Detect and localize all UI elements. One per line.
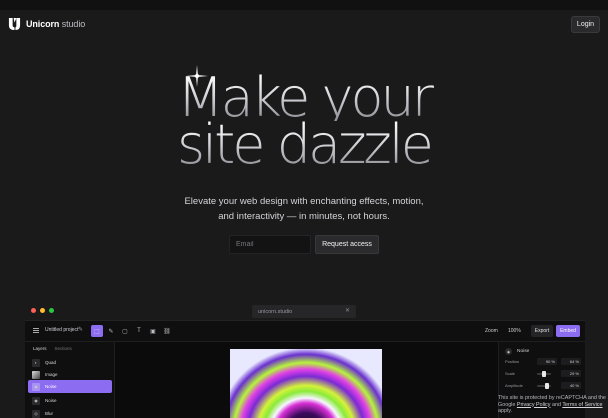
select-tool-icon[interactable]: ⬚ [91,325,103,337]
export-button[interactable]: Export [531,325,553,337]
text-tool-icon[interactable]: T [133,325,145,337]
login-button[interactable]: Login [571,16,600,33]
hero-heading: Make your site dazzle [0,71,608,172]
canvas-artwork[interactable] [230,349,382,418]
brand-name: Unicorn studio [26,19,86,29]
tab-layers[interactable]: Layers [33,346,47,351]
scale-input[interactable]: 29 % [561,370,581,377]
prop-amplitude[interactable]: Amplitude 40 % [505,382,583,390]
unicorn-logo-icon [8,17,21,31]
close-window-dot[interactable] [31,308,36,313]
zoom-value[interactable]: 100% [508,328,521,334]
shape-tool-icon[interactable]: ▢ [119,325,131,337]
privacy-policy-link[interactable]: Privacy Policy [517,402,551,408]
recaptcha-notice: This site is protected by reCAPTCHA and … [498,395,606,414]
layers-panel: Layers Sections ◐ Quad Image ◉ Noise ◉ N… [25,342,115,418]
noise-icon: ◉ [505,348,512,355]
hero-subtitle: Elevate your web design with enchanting … [184,196,424,222]
brand-logo[interactable]: Unicorn studio [8,17,85,31]
link-tool-icon[interactable]: ⛓ [161,325,173,337]
close-icon[interactable]: ✕ [345,307,350,314]
prop-position[interactable]: Position 90 % 64 % [505,358,583,366]
layer-item[interactable]: ◎ Blur [28,407,112,418]
embed-button[interactable]: Embed [556,325,580,337]
position-y-input[interactable]: 64 % [561,358,581,365]
edit-icon[interactable]: ✎ [78,326,83,333]
project-name[interactable]: Untitled project [45,327,78,333]
pen-tool-icon[interactable]: ✎ [105,325,117,337]
email-field[interactable] [229,235,311,254]
top-nav: Unicorn studio Login [0,10,608,40]
prop-scale[interactable]: Scale 29 % [505,370,583,378]
layer-item-selected[interactable]: ◉ Noise [28,380,112,393]
image-icon [32,370,40,379]
tab-sections[interactable]: Sections [55,346,72,351]
layer-item[interactable]: ◉ Noise [28,394,112,407]
menu-icon[interactable] [33,328,39,333]
blur-icon: ◎ [32,409,40,418]
gradient-icon: ◐ [32,358,40,367]
minimize-window-dot[interactable] [40,308,45,313]
terms-of-service-link[interactable]: Terms of Service [562,402,602,408]
amplitude-input[interactable]: 40 % [561,382,581,389]
window-titlebar: unicorn.studio ✕ [25,302,585,320]
hero-line-2: site dazzle [0,118,608,172]
editor-canvas[interactable] [115,342,498,418]
url-bar[interactable]: unicorn.studio ✕ [252,305,356,318]
noise-icon: ◉ [32,396,40,405]
amplitude-slider-handle[interactable] [545,383,549,389]
signup-form: Request access [229,235,379,254]
browser-top-strip [0,0,608,10]
request-access-button[interactable]: Request access [315,235,379,254]
panel-tabs: Layers Sections [33,346,72,351]
editor-toolbar: Untitled project ✎ ⬚ ✎ ▢ T ▣ ⛓ Zoom 100%… [25,321,585,342]
maximize-window-dot[interactable] [49,308,54,313]
noise-icon: ◉ [32,382,40,391]
scale-slider-handle[interactable] [542,371,546,377]
zoom-label: Zoom [485,328,498,334]
effect-header: ◉ Noise [505,348,530,355]
image-tool-icon[interactable]: ▣ [147,325,159,337]
position-x-input[interactable]: 90 % [537,358,557,365]
